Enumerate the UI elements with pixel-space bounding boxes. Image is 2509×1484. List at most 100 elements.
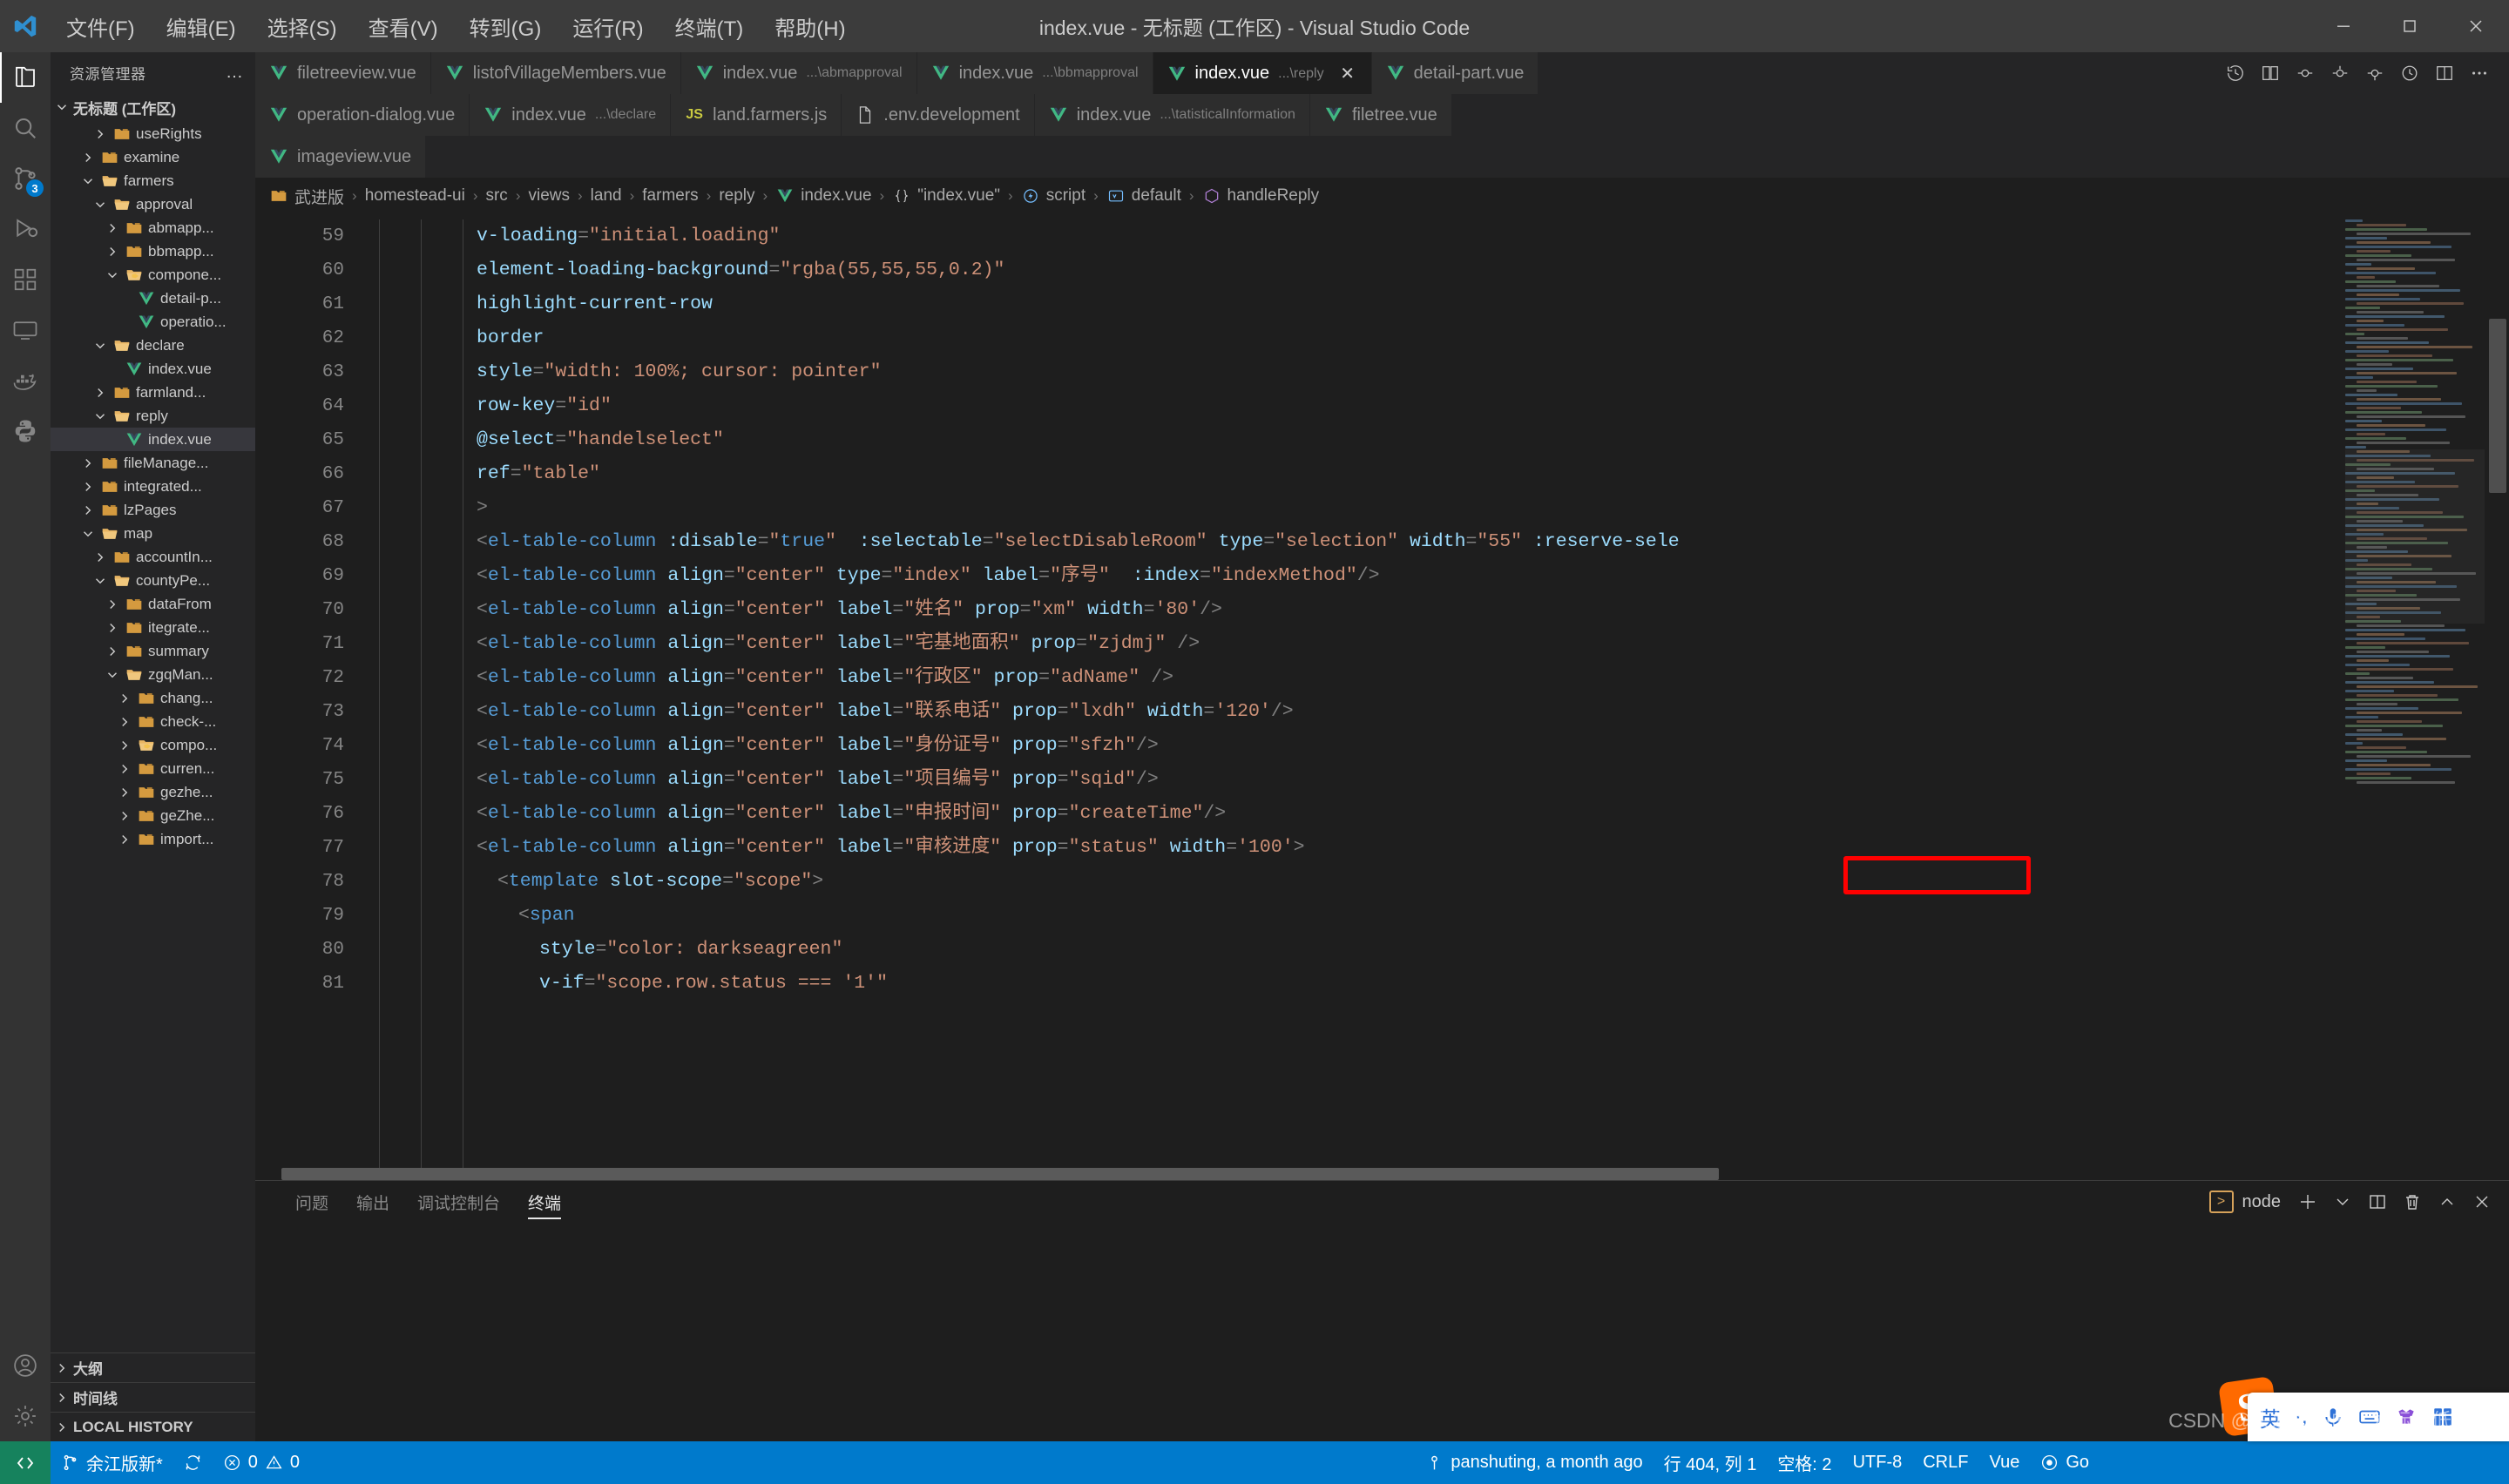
activity-source-control-icon[interactable]: 3 xyxy=(0,153,51,204)
minimap-slider[interactable] xyxy=(2345,449,2485,624)
close-icon[interactable] xyxy=(2467,1183,2497,1221)
tree-item-summary[interactable]: summary xyxy=(51,639,255,663)
tree-item-gezhe[interactable]: gezhe... xyxy=(51,780,255,804)
tree-item-import[interactable]: import... xyxy=(51,827,255,851)
tab-close-icon[interactable]: ✕ xyxy=(1338,63,1357,84)
tree-item-gezhe[interactable]: geZhe... xyxy=(51,804,255,827)
menu-view[interactable]: 查看(V) xyxy=(353,6,454,47)
code-line[interactable]: row-key="id" xyxy=(358,389,2509,423)
split-editor-icon[interactable] xyxy=(2427,52,2462,94)
status-problems[interactable]: 0 0 xyxy=(213,1441,310,1484)
code-line[interactable]: <el-table-column align="center" label="行… xyxy=(358,661,2509,695)
code-line[interactable]: <el-table-column align="center" label="姓… xyxy=(358,593,2509,627)
menu-run[interactable]: 运行(R) xyxy=(557,6,659,47)
tree-item-indexvue[interactable]: index.vue xyxy=(51,428,255,451)
minimize-button[interactable] xyxy=(2310,0,2377,52)
breadcrumb-item-views[interactable]: views xyxy=(526,186,571,206)
tree-item-farmers[interactable]: farmers xyxy=(51,169,255,192)
editor-tab-indexvue[interactable]: index.vue ...\abmapproval xyxy=(680,52,917,94)
tree-item-abmapp[interactable]: abmapp... xyxy=(51,216,255,239)
editor-tab-detailpartvue[interactable]: detail-part.vue xyxy=(1371,52,1539,94)
sidebar-section-local-history[interactable]: LOCAL HISTORY xyxy=(51,1412,255,1441)
code-line[interactable]: <template slot-scope="scope"> xyxy=(358,865,2509,899)
panel-tab-2[interactable]: 调试控制台 xyxy=(403,1181,514,1223)
code-line[interactable]: element-loading-background="rgba(55,55,5… xyxy=(358,253,2509,287)
breadcrumb-item-src[interactable]: src xyxy=(484,186,509,206)
activity-account-icon[interactable] xyxy=(0,1340,51,1391)
breadcrumb-item-land[interactable]: land xyxy=(589,186,624,206)
window-controls[interactable] xyxy=(2310,0,2509,52)
breadcrumb-item-reply[interactable]: reply xyxy=(717,186,756,206)
code-line[interactable]: ›> xyxy=(358,491,2509,525)
code-line[interactable]: <el-table-column align="center" label="联… xyxy=(358,695,2509,729)
editor-action-bar[interactable] xyxy=(2218,52,2509,94)
activity-settings-gear-icon[interactable] xyxy=(0,1391,51,1441)
editor-tab-filetreevue[interactable]: filetree.vue xyxy=(1309,94,1452,136)
code-line[interactable]: <el-table-column align="center" label="项… xyxy=(358,763,2509,797)
breadcrumb-item-default[interactable]: default xyxy=(1105,186,1183,206)
panel-actions[interactable]: > node xyxy=(2202,1183,2498,1221)
editor-tab-listofvillagemembersvue[interactable]: listofVillageMembers.vue xyxy=(430,52,681,94)
breadcrumb-item-script[interactable]: script xyxy=(1019,186,1087,206)
code-line[interactable]: <el-table-column align="center" type="in… xyxy=(358,559,2509,593)
editor-horizontal-scrollbar[interactable] xyxy=(255,1168,2509,1180)
code-line[interactable]: <el-table-column :disable="true" :select… xyxy=(358,525,2509,559)
chevron-up-icon[interactable] xyxy=(2432,1183,2462,1221)
tree-item-indexvue[interactable]: index.vue xyxy=(51,357,255,381)
menu-bar[interactable]: 文件(F) 编辑(E) 选择(S) 查看(V) 转到(G) 运行(R) 终端(T… xyxy=(51,6,862,47)
code-line[interactable]: ref="table" xyxy=(358,457,2509,491)
tree-item-check[interactable]: check-... xyxy=(51,710,255,733)
tree-item-itegrate[interactable]: itegrate... xyxy=(51,616,255,639)
tree-item-userights[interactable]: useRights xyxy=(51,122,255,145)
code-line[interactable]: <el-table-column align="center" label="申… xyxy=(358,797,2509,831)
ime-toolbar[interactable]: 英 ·, xyxy=(2248,1393,2509,1441)
hscrollbar-thumb[interactable] xyxy=(281,1168,1719,1180)
activity-explorer-icon[interactable] xyxy=(0,52,51,103)
tree-item-detailp[interactable]: detail-p... xyxy=(51,287,255,310)
close-button[interactable] xyxy=(2443,0,2509,52)
chevron-down-icon[interactable] xyxy=(2328,1183,2357,1221)
activity-search-icon[interactable] xyxy=(0,103,51,153)
file-tree[interactable]: useRights examine farmers approval abmapp...… xyxy=(51,122,255,1352)
tree-item-farmland[interactable]: farmland... xyxy=(51,381,255,404)
editor-tab-indexvue[interactable]: index.vue ...\tatisticalInformation xyxy=(1034,94,1310,136)
code-line[interactable]: v-loading="initial.loading" xyxy=(358,219,2509,253)
run-icon[interactable] xyxy=(2357,52,2392,94)
ime-apps-icon[interactable] xyxy=(2431,1406,2454,1428)
editor-tab-indexvue[interactable]: index.vue ...\reply ✕ xyxy=(1153,52,1372,94)
terminal-output[interactable] xyxy=(255,1223,2509,1441)
tree-item-operatio[interactable]: operatio... xyxy=(51,310,255,334)
panel-tab-1[interactable]: 输出 xyxy=(342,1181,403,1223)
menu-edit[interactable]: 编辑(E) xyxy=(151,6,252,47)
tree-item-filemanage[interactable]: fileManage... xyxy=(51,451,255,475)
breadcrumb-item-indexvue[interactable]: index.vue xyxy=(774,186,873,206)
tree-item-bbmapp[interactable]: bbmapp... xyxy=(51,239,255,263)
editor-tab-indexvue[interactable]: index.vue ...\bbmapproval xyxy=(916,52,1153,94)
panel-tab-3[interactable]: 终端 xyxy=(514,1181,575,1223)
diff-icon[interactable] xyxy=(2253,52,2288,94)
debug-disconnect-icon[interactable] xyxy=(2323,52,2357,94)
tab-row-1[interactable]: filetreeview.vue listofVillageMembers.vue… xyxy=(255,52,2509,94)
breadcrumb-item-[interactable]: 武进版 xyxy=(267,185,346,208)
code-line[interactable]: <el-table-column align="center" label="审… xyxy=(358,831,2509,865)
breadcrumb-item-homesteadui[interactable]: homestead-ui xyxy=(363,186,467,206)
code-line[interactable]: style="color: darkseagreen" xyxy=(358,933,2509,967)
status-eol[interactable]: CRLF xyxy=(1912,1441,1978,1484)
trash-icon[interactable] xyxy=(2397,1183,2427,1221)
status-language-mode[interactable]: Vue xyxy=(1978,1441,2030,1484)
status-encoding[interactable]: UTF-8 xyxy=(1843,1441,1913,1484)
tree-item-integrated[interactable]: integrated... xyxy=(51,475,255,498)
ime-microphone-icon[interactable] xyxy=(2322,1406,2344,1428)
tab-row-3[interactable]: imageview.vue xyxy=(255,136,2509,178)
menu-selection[interactable]: 选择(S) xyxy=(252,6,353,47)
activity-python-icon[interactable] xyxy=(0,406,51,456)
status-go-extension[interactable]: Go xyxy=(2030,1441,2100,1484)
status-cursor-position[interactable]: 行 404, 列 1 xyxy=(1654,1441,1768,1484)
remote-indicator-icon[interactable] xyxy=(0,1441,51,1484)
maximize-button[interactable] xyxy=(2377,0,2443,52)
breadcrumb-item-farmers[interactable]: farmers xyxy=(640,186,700,206)
minimap[interactable] xyxy=(2345,214,2485,1180)
sidebar-section-outline[interactable]: 大纲 xyxy=(51,1352,255,1382)
ime-skin-icon[interactable] xyxy=(2395,1406,2418,1428)
menu-terminal[interactable]: 终端(T) xyxy=(659,6,760,47)
